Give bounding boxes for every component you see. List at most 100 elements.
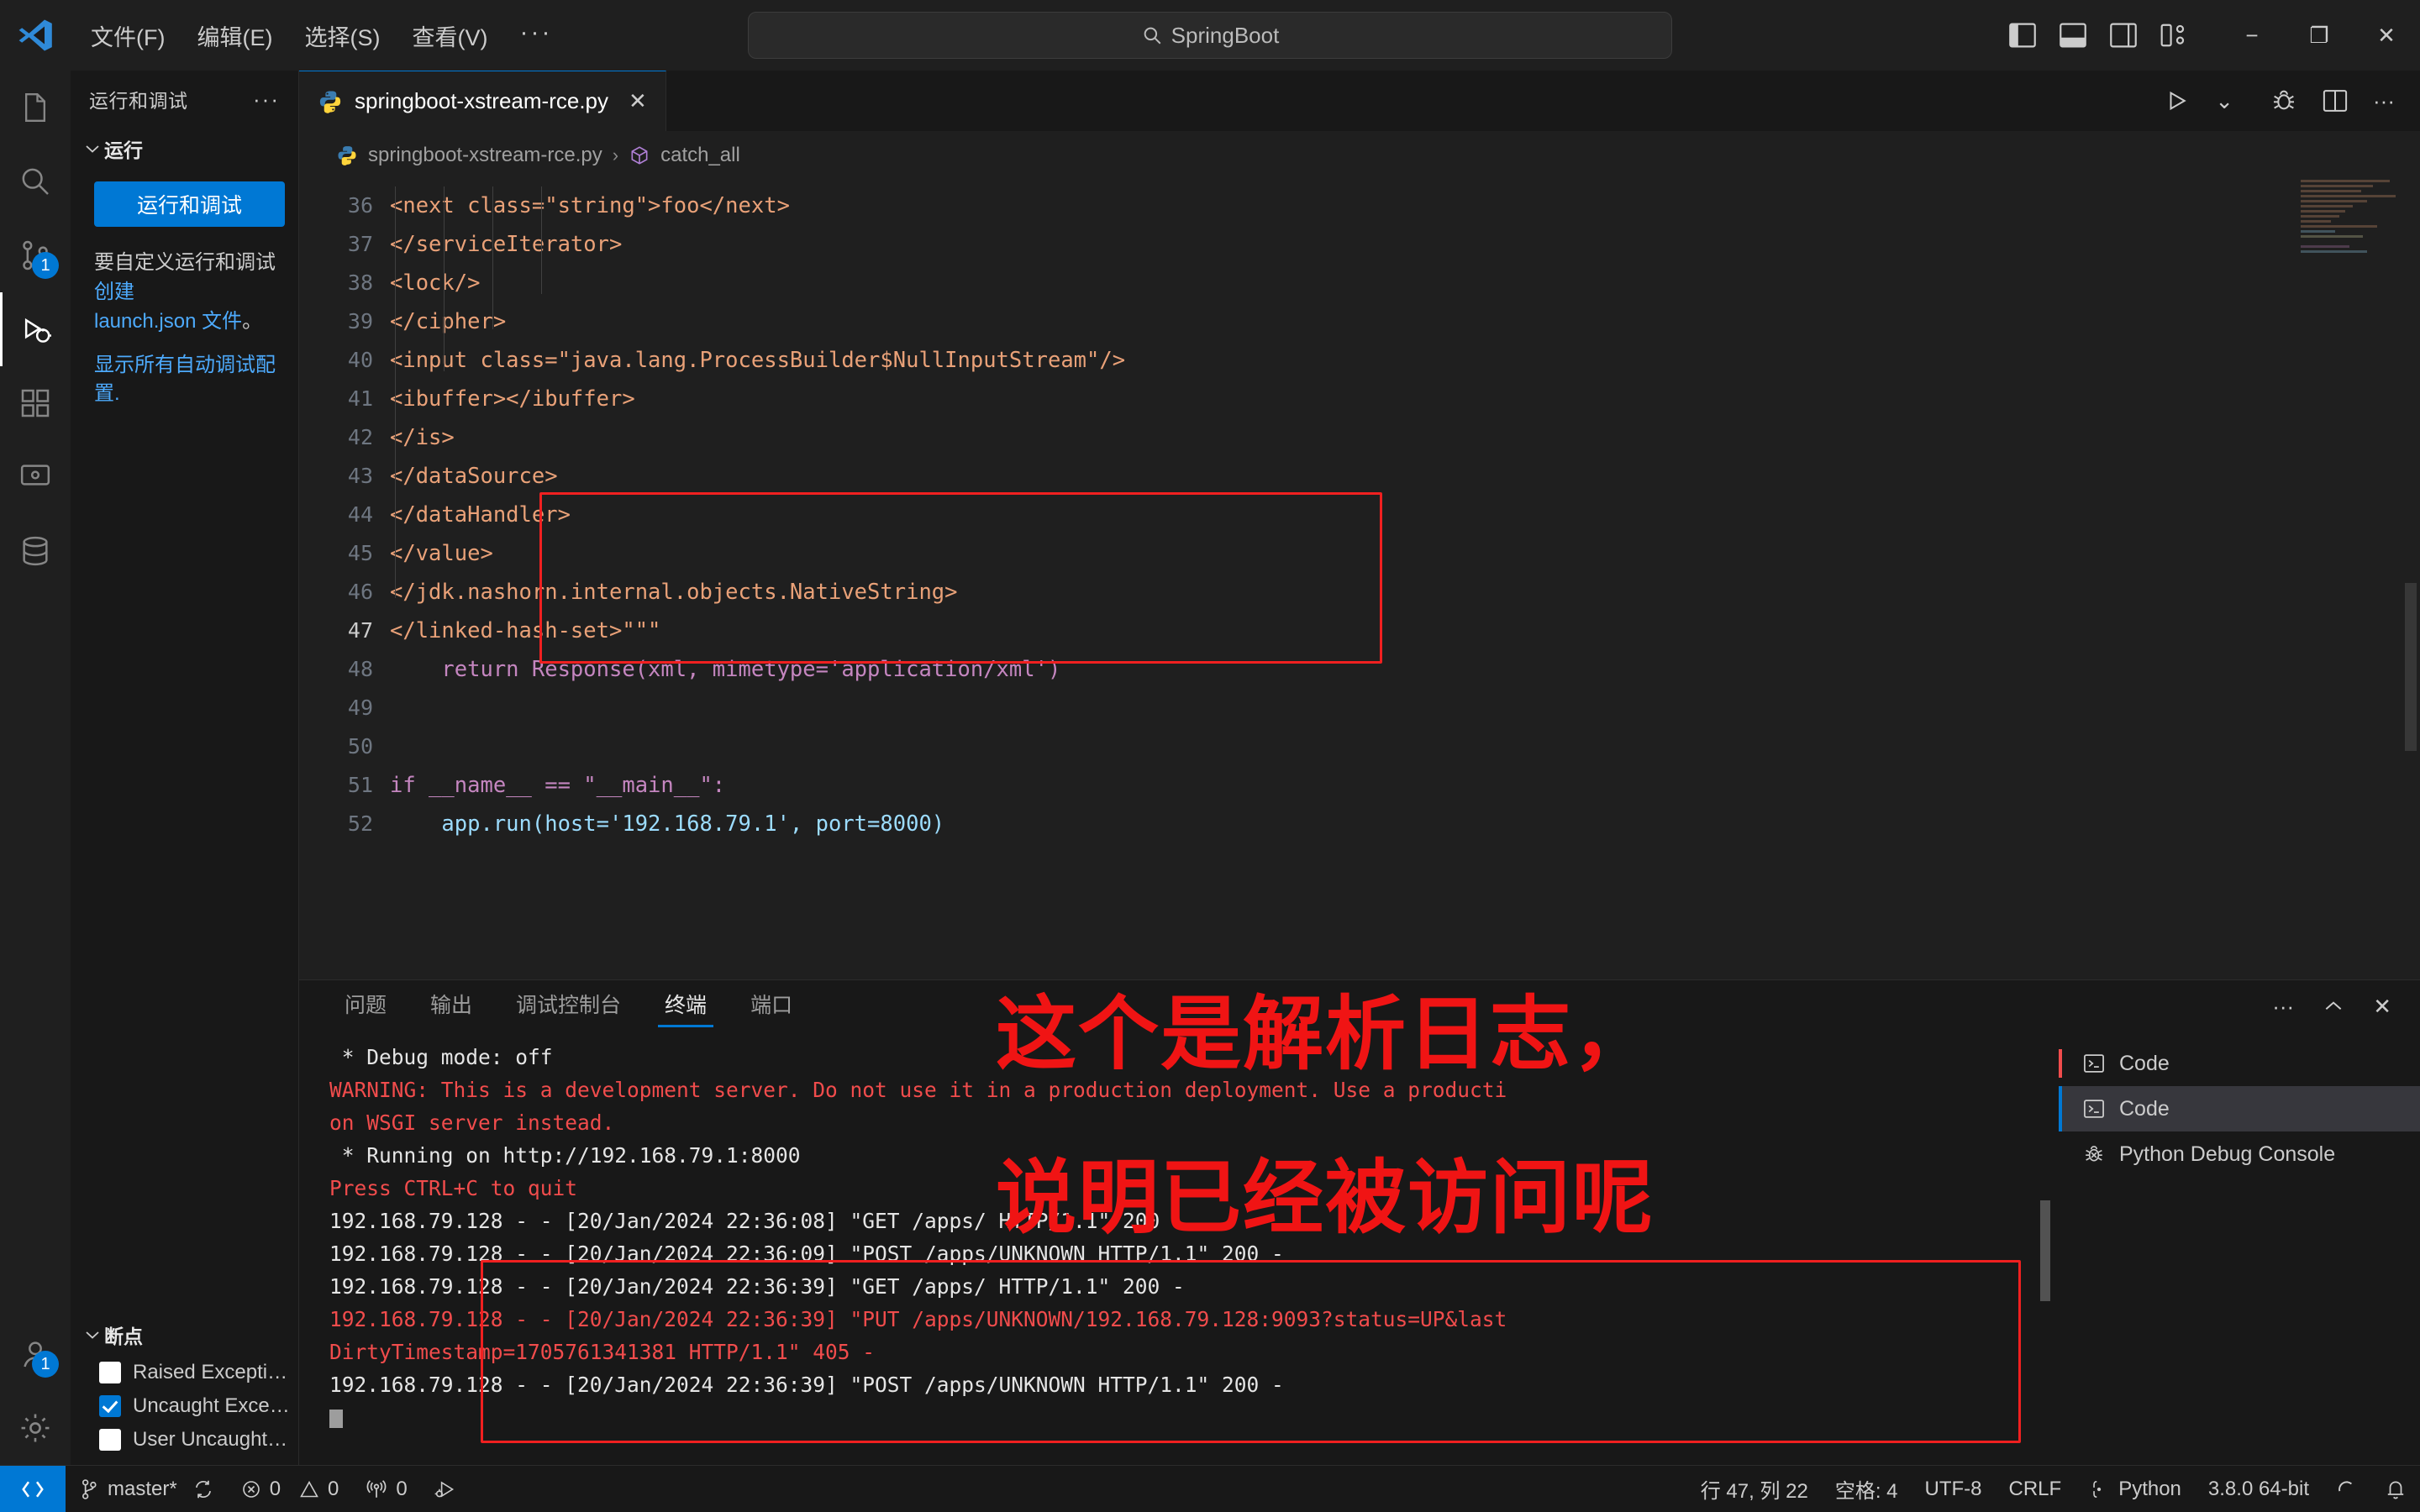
panel-collapse-icon[interactable] <box>2323 999 2344 1014</box>
code-text: </linked-hash-set>""" <box>390 618 661 643</box>
activity-database[interactable] <box>0 514 71 588</box>
code-line: <lock/> <box>390 264 2420 302</box>
line-number: 49 <box>347 696 373 720</box>
activity-accounts[interactable]: 1 <box>0 1317 71 1391</box>
sync-icon[interactable] <box>192 1478 214 1500</box>
breakpoint-user-uncaught-exceptions[interactable]: User Uncaught Except... <box>71 1423 298 1465</box>
terminal-line: WARNING: This is a development server. D… <box>329 1078 1507 1102</box>
panel-tab-output[interactable]: 输出 <box>424 989 479 1024</box>
activity-search[interactable] <box>0 144 71 218</box>
editor-minimap[interactable] <box>2301 180 2402 465</box>
code-line: </jdk.nashorn.internal.objects.NativeStr… <box>390 573 2420 612</box>
breadcrumb-symbol[interactable]: catch_all <box>660 144 740 167</box>
panel-close-icon[interactable]: ✕ <box>2373 994 2391 1020</box>
menu-file[interactable]: 文件(F) <box>79 13 176 58</box>
toggle-secondary-sidebar-icon[interactable] <box>2109 23 2138 48</box>
code-line: <ibuffer></ibuffer> <box>390 380 2420 418</box>
code-text: return Response(xml, mimetype='applicati… <box>390 657 1061 682</box>
checkbox-user-uncaught-exceptions[interactable] <box>99 1429 121 1451</box>
status-indentation[interactable]: 空格: 4 <box>1822 1466 1912 1512</box>
checkbox-uncaught-exceptions[interactable] <box>99 1395 121 1417</box>
activity-run-and-debug[interactable] <box>0 292 71 366</box>
terminal-line: * Debug mode: off <box>329 1045 553 1069</box>
title-bar: 文件(F) 编辑(E) 选择(S) 查看(V) ··· SpringBoot −… <box>0 0 2420 71</box>
vscode-window: 文件(F) 编辑(E) 选择(S) 查看(V) ··· SpringBoot −… <box>0 0 2420 1512</box>
line-number: 37 <box>347 232 373 256</box>
status-cursor-position[interactable]: 行 47, 列 22 <box>1687 1466 1822 1512</box>
line-number: 39 <box>347 309 373 333</box>
activity-remote-explorer[interactable] <box>0 440 71 514</box>
code-text: </value> <box>390 541 493 566</box>
minimize-button[interactable]: − <box>2218 0 2286 71</box>
breakpoint-raised-exceptions[interactable]: Raised Exceptions <box>71 1356 298 1389</box>
editor-tab-springboot-xstream-rce[interactable]: springboot-xstream-rce.py ✕ <box>299 71 666 131</box>
status-debug-alt[interactable] <box>421 1466 471 1512</box>
sidebar-section-label: 运行 <box>104 139 143 161</box>
code-lines[interactable]: <next class="string">foo</next> </servic… <box>390 180 2420 979</box>
breadcrumb-file[interactable]: springboot-xstream-rce.py <box>368 144 602 167</box>
terminal-cursor-line <box>329 1401 2059 1434</box>
remote-window-indicator[interactable] <box>0 1465 66 1512</box>
menu-edit[interactable]: 编辑(E) <box>185 13 284 58</box>
run-python-file-icon[interactable] <box>2165 88 2190 113</box>
create-link[interactable]: 创建 <box>94 281 134 303</box>
editor-vertical-scrollbar[interactable] <box>2405 583 2417 751</box>
activity-source-control[interactable]: 1 <box>0 218 71 292</box>
panel-tab-problems[interactable]: 问题 <box>338 989 393 1024</box>
sidebar-help-text: 要自定义运行和调试创建 launch.json 文件。 <box>71 227 298 336</box>
menu-more[interactable]: ··· <box>508 18 564 53</box>
code-text: </dataHandler> <box>390 502 571 528</box>
status-eol[interactable]: CRLF <box>1996 1466 2075 1512</box>
terminal-output[interactable]: * Debug mode: off WARNING: This is a dev… <box>299 1032 2059 1465</box>
activity-extensions[interactable] <box>0 366 71 440</box>
command-center-search[interactable]: SpringBoot <box>748 12 1672 59</box>
breakpoint-label: Uncaught Exceptions <box>133 1394 290 1417</box>
breakpoints-header[interactable]: 断点 <box>71 1314 298 1356</box>
status-notifications-bell-icon[interactable] <box>2371 1466 2420 1512</box>
toggle-primary-sidebar-icon[interactable] <box>2008 23 2037 48</box>
terminal-list-item-code-2[interactable]: Code <box>2059 1086 2420 1131</box>
terminal-icon <box>2082 1052 2106 1075</box>
panel-tab-ports[interactable]: 端口 <box>744 989 799 1024</box>
menu-selection[interactable]: 选择(S) <box>292 13 392 58</box>
close-button[interactable]: ✕ <box>2353 0 2420 71</box>
terminal-list-item-code-1[interactable]: Code <box>2059 1041 2420 1086</box>
toggle-panel-icon[interactable] <box>2059 23 2087 48</box>
editor-more-actions-icon[interactable]: ··· <box>2373 88 2395 114</box>
run-and-debug-button[interactable]: 运行和调试 <box>94 181 285 227</box>
activity-explorer[interactable] <box>0 71 71 144</box>
error-icon <box>241 1479 261 1499</box>
sidebar-more-icon[interactable]: ··· <box>253 87 280 113</box>
status-problems[interactable]: 0 0 <box>228 1466 353 1512</box>
menu-view[interactable]: 查看(V) <box>400 13 499 58</box>
sidebar-section-run[interactable]: 运行 <box>71 128 298 170</box>
show-all-configs-link[interactable]: 显示所有自动调试配置. <box>71 336 298 407</box>
terminal-scrollbar[interactable] <box>2040 1200 2050 1301</box>
panel-tab-terminal[interactable]: 终端 <box>658 989 714 1027</box>
symbol-method-icon <box>629 144 650 166</box>
debug-icon[interactable] <box>2270 87 2297 114</box>
breakpoint-uncaught-exceptions[interactable]: Uncaught Exceptions <box>71 1389 298 1423</box>
restore-button[interactable]: ❐ <box>2286 0 2353 71</box>
terminal-list-item-python-debug-console[interactable]: Python Debug Console <box>2059 1131 2420 1177</box>
chevron-down-icon[interactable]: ⌄ <box>2215 88 2233 114</box>
launch-json-link[interactable]: launch.json 文件 <box>94 310 242 333</box>
status-interpreter-version[interactable]: 3.8.0 64-bit <box>2195 1466 2323 1512</box>
status-branch[interactable]: master* <box>66 1466 228 1512</box>
status-ports[interactable]: 0 <box>352 1466 420 1512</box>
code-text: </is> <box>390 425 455 450</box>
checkbox-raised-exceptions[interactable] <box>99 1362 121 1383</box>
line-number: 46 <box>347 580 373 604</box>
panel-more-actions-icon[interactable]: ··· <box>2272 994 2294 1020</box>
close-icon[interactable]: ✕ <box>629 88 647 114</box>
customize-layout-icon[interactable] <box>2160 23 2188 48</box>
status-language-mode[interactable]: Python <box>2075 1466 2195 1512</box>
split-editor-icon[interactable] <box>2323 89 2348 113</box>
panel-tab-debug-console[interactable]: 调试控制台 <box>509 989 628 1024</box>
status-encoding[interactable]: UTF-8 <box>1912 1466 1996 1512</box>
editor-tab-label: springboot-xstream-rce.py <box>355 88 608 113</box>
activity-settings-gear-icon[interactable] <box>0 1391 71 1465</box>
code-editor[interactable]: 36 37 38 39 40 41 42 43 44 45 46 47 48 4… <box>299 180 2420 979</box>
